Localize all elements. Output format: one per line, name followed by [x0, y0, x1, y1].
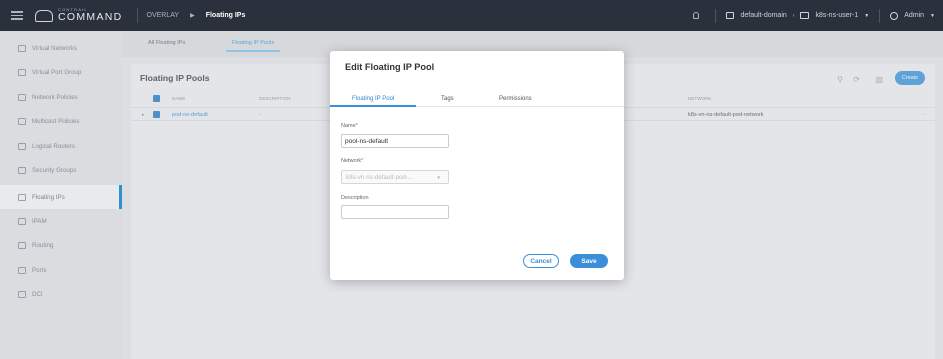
- project-selector[interactable]: k8s-ns-user-1: [815, 12, 858, 19]
- divider: [715, 8, 717, 23]
- network-icon: [18, 44, 26, 52]
- active-tab-indicator: [330, 105, 416, 107]
- breadcrumb-page: Floating IPs: [205, 12, 246, 19]
- row-checkbox[interactable]: [153, 111, 160, 118]
- policy-icon: [18, 93, 26, 101]
- tab-floating-ip-pool[interactable]: Floating IP Pool: [352, 96, 394, 102]
- modal-title: Edit Floating IP Pool: [345, 62, 435, 72]
- multicast-icon: [18, 117, 26, 125]
- chevron-right-icon: ›: [792, 12, 795, 19]
- chevron-down-icon[interactable]: ▼: [864, 13, 869, 19]
- contrail-logo[interactable]: CONTRAIL COMMAND: [35, 8, 123, 23]
- save-button[interactable]: Save: [570, 254, 608, 268]
- sidebar-item-virtual-port-group[interactable]: Virtual Port Group: [0, 60, 122, 84]
- sidebar: Virtual Networks Virtual Port Group Netw…: [0, 31, 122, 359]
- user-icon: [890, 11, 899, 20]
- floating-ip-icon: [18, 193, 26, 201]
- routing-icon: [18, 241, 26, 249]
- chevron-down-icon: ▼: [436, 174, 441, 180]
- port-group-icon: [18, 68, 26, 76]
- chevron-down-icon[interactable]: ▼: [930, 13, 935, 19]
- column-network[interactable]: NETWORK: [688, 96, 711, 101]
- domain-selector[interactable]: default-domain: [740, 12, 786, 19]
- project-icon: [800, 12, 810, 19]
- name-input[interactable]: pool-ns-default: [341, 134, 449, 148]
- edit-floating-ip-pool-modal: Edit Floating IP Pool Floating IP Pool T…: [330, 51, 624, 280]
- sidebar-item-dci[interactable]: DCI: [0, 282, 122, 306]
- sidebar-item-floating-ips[interactable]: Floating IPs: [0, 185, 122, 209]
- top-bar: CONTRAIL COMMAND OVERLAY ▶ Floating IPs …: [0, 0, 943, 31]
- dci-icon: [18, 290, 26, 298]
- expand-row-icon[interactable]: ▸: [142, 112, 145, 118]
- pool-name-link[interactable]: pod-ns-default: [172, 112, 208, 118]
- network-label: Network*: [341, 158, 364, 164]
- notification-bell-icon[interactable]: [693, 12, 700, 19]
- ipam-icon: [18, 217, 26, 225]
- security-icon: [18, 166, 26, 174]
- page-title: Floating IP Pools: [140, 73, 210, 83]
- domain-icon: [726, 12, 735, 19]
- row-actions-icon[interactable]: ···: [921, 112, 927, 118]
- sidebar-item-ipam[interactable]: IPAM: [0, 209, 122, 233]
- select-all-checkbox[interactable]: [153, 95, 160, 102]
- menu-icon[interactable]: [11, 11, 23, 20]
- network-select[interactable]: k8s-vn-ns-default-pod-... ▼: [341, 170, 449, 184]
- divider: [136, 8, 138, 23]
- breadcrumb-chevron-icon: ▶: [190, 13, 195, 19]
- refresh-icon[interactable]: ⟳: [853, 75, 860, 84]
- router-icon: [18, 142, 26, 150]
- tab-all-floating-ips[interactable]: All Floating IPs: [148, 40, 185, 46]
- cancel-button[interactable]: Cancel: [523, 254, 559, 268]
- sidebar-item-security-groups[interactable]: Security Groups: [0, 158, 122, 182]
- pool-description: -: [259, 112, 261, 118]
- sidebar-item-virtual-networks[interactable]: Virtual Networks: [0, 36, 122, 60]
- sidebar-item-logical-routers[interactable]: Logical Routers: [0, 134, 122, 158]
- tab-tags[interactable]: Tags: [441, 96, 454, 102]
- name-label: Name*: [341, 123, 358, 129]
- column-name[interactable]: NAME: [172, 96, 185, 101]
- tab-permissions[interactable]: Permissions: [499, 96, 532, 102]
- sidebar-item-routing[interactable]: Routing: [0, 233, 122, 257]
- logo-icon: [35, 9, 53, 22]
- pool-network: k8s-vn-ns-default-pod-network: [688, 112, 764, 118]
- column-description[interactable]: DESCRIPTION: [259, 96, 290, 101]
- sidebar-item-ports[interactable]: Ports: [0, 258, 122, 282]
- description-label: Description: [341, 195, 369, 201]
- breadcrumb-section[interactable]: OVERLAY: [147, 12, 180, 19]
- tab-floating-ip-pools[interactable]: Floating IP Pools: [225, 40, 281, 52]
- logo-big-text: COMMAND: [58, 11, 123, 24]
- description-input[interactable]: [341, 205, 449, 219]
- sidebar-item-network-policies[interactable]: Network Policies: [0, 85, 122, 109]
- user-menu[interactable]: Admin: [904, 12, 924, 19]
- divider: [879, 8, 881, 23]
- delete-icon[interactable]: ▧: [875, 75, 883, 84]
- search-icon[interactable]: ⚲: [837, 75, 843, 84]
- ports-icon: [18, 266, 26, 274]
- create-button[interactable]: Create: [895, 71, 925, 85]
- sidebar-item-multicast-policies[interactable]: Multicast Policies: [0, 109, 122, 133]
